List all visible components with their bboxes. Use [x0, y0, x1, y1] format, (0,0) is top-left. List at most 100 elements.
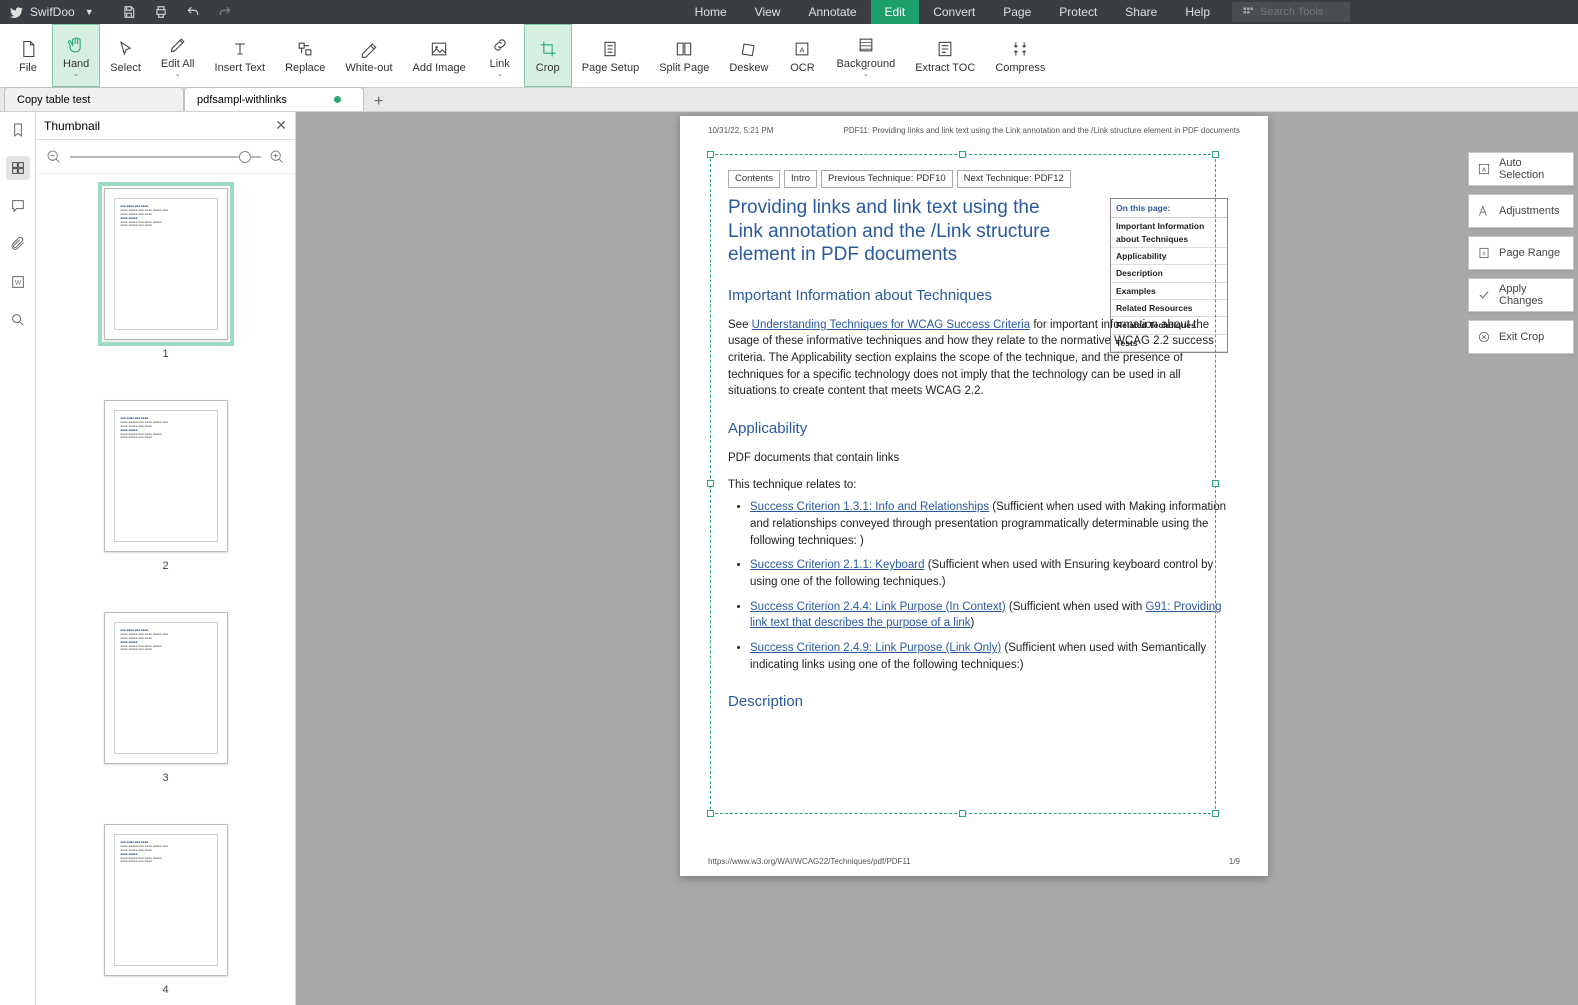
- crop-handle-w[interactable]: [707, 480, 714, 487]
- tool-compress[interactable]: Compress: [985, 24, 1055, 87]
- white-out-icon: [358, 38, 380, 60]
- thumbnail-header: Thumbnail ✕: [36, 112, 295, 140]
- zoom-in-icon[interactable]: [269, 149, 285, 165]
- search-input[interactable]: [1260, 6, 1340, 18]
- undo-icon[interactable]: [186, 5, 200, 19]
- extract-toc-icon: [934, 38, 956, 60]
- document-area[interactable]: 10/31/22, 5:21 PM PDF11: Providing links…: [296, 112, 1578, 1005]
- tool-file[interactable]: File: [4, 24, 52, 87]
- new-tab-button[interactable]: +: [364, 93, 393, 111]
- crop-action-page-range[interactable]: # Page Range: [1468, 236, 1574, 270]
- crop-handle-se[interactable]: [1212, 810, 1219, 817]
- menu-home[interactable]: Home: [681, 0, 741, 24]
- svg-text:A: A: [800, 45, 805, 54]
- save-icon[interactable]: [122, 5, 136, 19]
- search-panel-icon[interactable]: [6, 308, 30, 332]
- thumbnail-page[interactable]: ■■■ ■■■■ ■■■ ■■■■■■■■ ■■■■■ ■■■ ■■■■ ■■■…: [104, 188, 228, 360]
- tool-hand[interactable]: Hand⌄: [52, 24, 100, 87]
- tool-extract-toc[interactable]: Extract TOC: [905, 24, 985, 87]
- chevron-down-icon: ⌄: [174, 69, 181, 78]
- titlebar: SwifDoo ▼ HomeViewAnnotateEditConvertPag…: [0, 0, 1578, 24]
- tool-ocr[interactable]: AOCR: [778, 24, 826, 87]
- thumbnail-zoom: [36, 140, 295, 174]
- thumbnail-image: ■■■ ■■■■ ■■■ ■■■■■■■■ ■■■■■ ■■■ ■■■■ ■■■…: [104, 612, 228, 764]
- crop-handle-e[interactable]: [1212, 480, 1219, 487]
- deskew-icon: [738, 38, 760, 60]
- tool-link[interactable]: Link⌄: [476, 24, 524, 87]
- app-menu-caret-icon[interactable]: ▼: [85, 7, 94, 17]
- crop-action-auto-selection[interactable]: A Auto Selection: [1468, 152, 1574, 186]
- main-menus: HomeViewAnnotateEditConvertPageProtectSh…: [681, 0, 1224, 24]
- crop-handle-s[interactable]: [959, 810, 966, 817]
- menu-share[interactable]: Share: [1111, 0, 1171, 24]
- menu-page[interactable]: Page: [989, 0, 1045, 24]
- tool-select[interactable]: Select: [100, 24, 151, 87]
- action-label: Page Range: [1499, 247, 1560, 259]
- tool-page-setup[interactable]: Page Setup: [572, 24, 650, 87]
- menu-view[interactable]: View: [741, 0, 795, 24]
- attachment-icon[interactable]: [6, 232, 30, 256]
- menu-help[interactable]: Help: [1171, 0, 1224, 24]
- tool-replace[interactable]: Replace: [275, 24, 335, 87]
- crop-handle-n[interactable]: [959, 151, 966, 158]
- thumbnail-list: ■■■ ■■■■ ■■■ ■■■■■■■■ ■■■■■ ■■■ ■■■■ ■■■…: [36, 174, 295, 1005]
- tool-insert-text[interactable]: Insert Text: [205, 24, 276, 87]
- crop-action-exit-crop[interactable]: Exit Crop: [1468, 320, 1574, 354]
- document-tabs: Copy table test pdfsampl-withlinks +: [0, 88, 1578, 112]
- tool-deskew[interactable]: Deskew: [719, 24, 778, 87]
- thumbnail-page[interactable]: ■■■ ■■■■ ■■■ ■■■■■■■■ ■■■■■ ■■■ ■■■■ ■■■…: [104, 400, 228, 572]
- thumbnail-image: ■■■ ■■■■ ■■■ ■■■■■■■■ ■■■■■ ■■■ ■■■■ ■■■…: [104, 188, 228, 340]
- thumbnail-page[interactable]: ■■■ ■■■■ ■■■ ■■■■■■■■ ■■■■■ ■■■ ■■■■ ■■■…: [104, 824, 228, 996]
- tool-white-out[interactable]: White-out: [335, 24, 402, 87]
- file-icon: [17, 38, 39, 60]
- menu-annotate[interactable]: Annotate: [794, 0, 870, 24]
- chevron-down-icon: ⌄: [862, 69, 869, 78]
- crop-handle-nw[interactable]: [707, 151, 714, 158]
- svg-text:A: A: [1482, 167, 1486, 173]
- edit-all-icon: [167, 34, 189, 56]
- crop-handle-ne[interactable]: [1212, 151, 1219, 158]
- tool-split-page[interactable]: Split Page: [649, 24, 719, 87]
- word-icon[interactable]: W: [6, 270, 30, 294]
- redo-icon[interactable]: [218, 5, 232, 19]
- crop-handle-sw[interactable]: [707, 810, 714, 817]
- svg-text:W: W: [14, 280, 21, 287]
- comment-icon[interactable]: [6, 194, 30, 218]
- menu-edit[interactable]: Edit: [871, 0, 920, 24]
- document-tab[interactable]: pdfsampl-withlinks: [184, 87, 364, 111]
- search-tools[interactable]: [1232, 2, 1350, 22]
- split-page-icon: [673, 38, 695, 60]
- tool-edit-all[interactable]: Edit All⌄: [151, 24, 205, 87]
- thumbnail-image: ■■■ ■■■■ ■■■ ■■■■■■■■ ■■■■■ ■■■ ■■■■ ■■■…: [104, 400, 228, 552]
- tool-add-image[interactable]: Add Image: [403, 24, 476, 87]
- quick-actions: [122, 5, 232, 19]
- crop-action-apply-changes[interactable]: Apply Changes: [1468, 278, 1574, 312]
- document-tab[interactable]: Copy table test: [4, 87, 184, 111]
- action-label: Adjustments: [1499, 205, 1560, 217]
- tab-label: pdfsampl-withlinks: [197, 94, 287, 106]
- main-area: W Thumbnail ✕ ■■■ ■■■■ ■■■ ■■■■■■■■ ■■■■…: [0, 112, 1578, 1005]
- close-icon[interactable]: ✕: [275, 117, 287, 134]
- zoom-slider[interactable]: [70, 156, 261, 158]
- page-footer: https://www.w3.org/WAI/WCAG22/Techniques…: [680, 857, 1268, 866]
- crop-selection[interactable]: [710, 154, 1216, 814]
- tool-background[interactable]: Background⌄: [826, 24, 905, 87]
- zoom-knob[interactable]: [239, 151, 251, 163]
- left-icon-strip: W: [0, 112, 36, 1005]
- menu-protect[interactable]: Protect: [1045, 0, 1111, 24]
- zoom-out-icon[interactable]: [46, 149, 62, 165]
- action-label: Auto Selection: [1499, 157, 1565, 181]
- thumbnail-page[interactable]: ■■■ ■■■■ ■■■ ■■■■■■■■ ■■■■■ ■■■ ■■■■ ■■■…: [104, 612, 228, 784]
- thumbnail-number: 4: [104, 984, 228, 996]
- crop-action-adjustments[interactable]: Adjustments: [1468, 194, 1574, 228]
- thumbnail-number: 3: [104, 772, 228, 784]
- tool-crop[interactable]: Crop: [524, 24, 572, 87]
- app-logo[interactable]: SwifDoo ▼: [0, 5, 104, 19]
- bookmark-icon[interactable]: [6, 118, 30, 142]
- range-icon: #: [1477, 246, 1491, 260]
- print-icon[interactable]: [154, 5, 168, 19]
- crop-actions-panel: A Auto Selection Adjustments # Page Range App…: [1468, 152, 1574, 354]
- thumbnail-icon[interactable]: [6, 156, 30, 180]
- replace-icon: [294, 38, 316, 60]
- menu-convert[interactable]: Convert: [919, 0, 989, 24]
